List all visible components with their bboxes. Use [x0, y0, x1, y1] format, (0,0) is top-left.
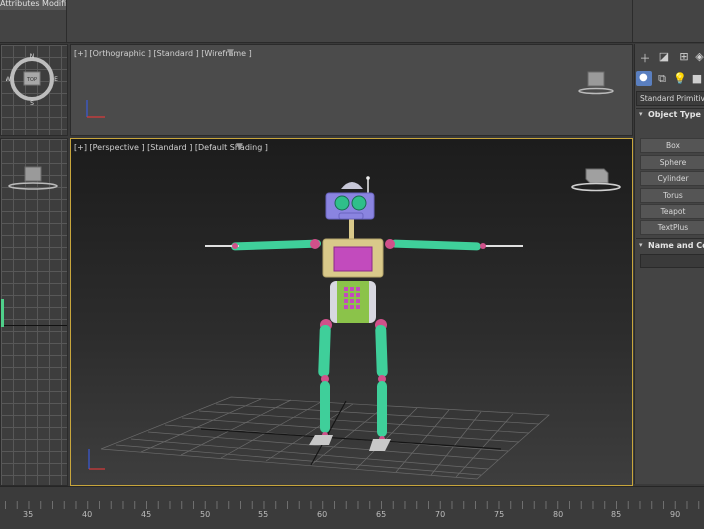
modify-icon[interactable]: ◪ [657, 50, 671, 63]
viewcube-icon[interactable] [576, 70, 616, 96]
timeline-tick-label: 40 [82, 510, 93, 519]
viewport-label[interactable]: [+] [Orthographic ] [Standard ] [Wirefra… [74, 49, 252, 58]
timeline-tick-label: 90 [670, 510, 681, 519]
cameras-icon[interactable]: ■ [690, 72, 704, 85]
name-and-color-header[interactable]: Name and Color [648, 241, 704, 250]
timeline-tick-label: 85 [611, 510, 622, 519]
divider [636, 238, 704, 239]
robot-model[interactable] [205, 176, 523, 451]
svg-text:TOP: TOP [26, 77, 37, 83]
timeline-tick-label: 65 [376, 510, 387, 519]
lights-icon[interactable]: 💡 [673, 72, 687, 85]
plus-icon[interactable]: ＋ [638, 50, 652, 66]
motion-icon[interactable]: ◈ [695, 50, 704, 63]
timeline-tick-label: 70 [435, 510, 446, 519]
viewport-perspective[interactable]: [+] [Perspective ] [Standard ] [Default … [70, 138, 633, 486]
svg-text:W: W [6, 76, 11, 83]
timeline-ruler[interactable] [0, 486, 704, 529]
geometry-tab[interactable]: ● [636, 71, 652, 86]
textplus-button[interactable]: TextPlus [640, 220, 704, 235]
robot-edge [1, 299, 4, 327]
grid-axis-line [200, 428, 502, 450]
cylinder-button[interactable]: Cylinder [640, 171, 704, 186]
svg-text:N: N [30, 53, 35, 60]
viewport-left[interactable] [0, 138, 68, 486]
object-type-header[interactable]: Object Type [648, 110, 701, 119]
toolbar-divider [632, 0, 633, 42]
viewport-orthographic[interactable]: [+] [Orthographic ] [Standard ] [Wirefra… [70, 44, 633, 136]
timeline-tick-label: 60 [317, 510, 328, 519]
timeline-tick-label: 35 [23, 510, 34, 519]
viewport-top-left[interactable]: TOP N S W E [0, 44, 68, 136]
teapot-button[interactable]: Teapot [640, 204, 704, 219]
svg-text:E: E [54, 76, 58, 83]
divider [636, 108, 704, 109]
viewcube-icon[interactable] [5, 165, 61, 191]
collapse-arrow-icon[interactable]: ▾ [639, 241, 643, 249]
modifier-tab[interactable]: Attributes Modifier [0, 0, 66, 10]
timeline-ticks [0, 501, 704, 509]
grid-axis-line [1, 325, 67, 326]
timeline-tick-label: 50 [200, 510, 211, 519]
viewcube-compass-icon[interactable]: TOP N S W E [6, 53, 58, 105]
sphere-button[interactable]: Sphere [640, 155, 704, 170]
timeline-tick-label: 55 [258, 510, 269, 519]
top-toolbar [0, 0, 704, 43]
filter-icon[interactable]: ▼ [227, 48, 234, 58]
timeline-tick-label: 45 [141, 510, 152, 519]
shapes-icon[interactable]: ⧉ [655, 72, 669, 86]
axis-tripod-icon [86, 100, 105, 118]
box-button[interactable]: Box [640, 138, 704, 153]
svg-text:S: S [30, 100, 34, 105]
scene-canvas[interactable] [71, 139, 632, 485]
torus-button[interactable]: Torus [640, 188, 704, 203]
hierarchy-icon[interactable]: ⊞ [677, 50, 691, 63]
axis-tripod-icon [88, 449, 105, 470]
collapse-arrow-icon[interactable]: ▾ [639, 110, 643, 118]
category-dropdown[interactable]: Standard Primitives [636, 91, 704, 106]
timeline-tick-label: 80 [553, 510, 564, 519]
toolbar-divider [66, 0, 67, 42]
timeline-tick-label: 75 [494, 510, 505, 519]
object-name-field[interactable] [640, 254, 704, 268]
sphere-icon: ● [639, 72, 648, 83]
